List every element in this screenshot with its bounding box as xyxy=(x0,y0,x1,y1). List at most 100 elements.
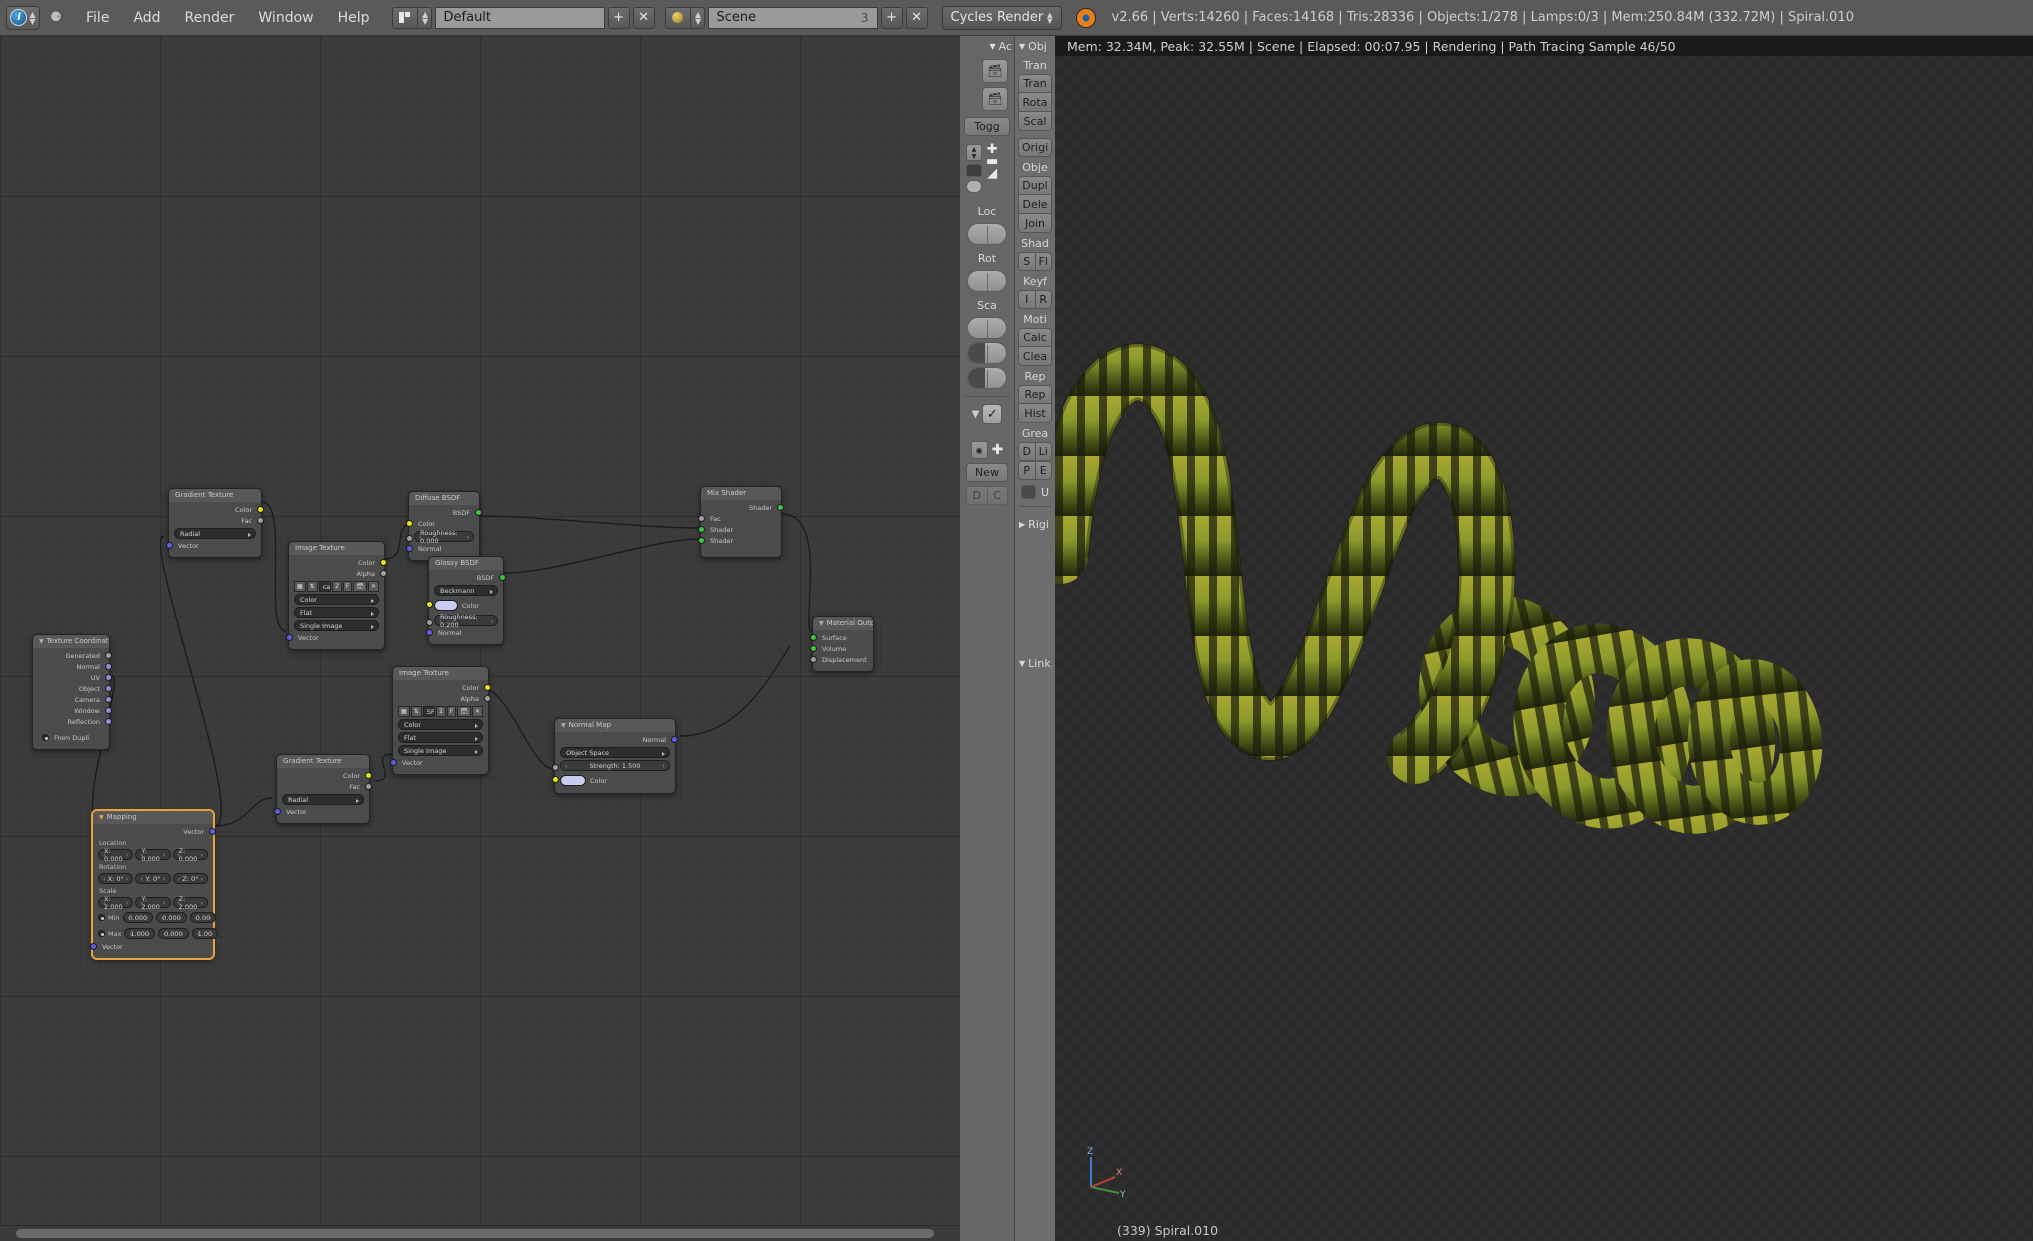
socket-normal[interactable] xyxy=(426,629,433,636)
c-button[interactable]: C xyxy=(987,486,1008,505)
node-output-row[interactable]: Fac xyxy=(282,782,372,792)
socket-vector[interactable] xyxy=(286,634,293,641)
min-z[interactable]: 0.00 xyxy=(189,912,217,923)
tool-shelf-object[interactable]: ▼ Obj Tran Tran Rota Scal Origi Obje Dup… xyxy=(1015,36,1055,1241)
node-header[interactable]: ▼ Normal Map xyxy=(555,719,675,732)
tool-icon-2[interactable]: 🗃 xyxy=(982,87,1008,111)
socket-shader-1[interactable] xyxy=(698,526,705,533)
min-checkbox-icon[interactable] xyxy=(98,914,105,921)
manipulator-rotate-icon[interactable] xyxy=(966,180,982,193)
gp-line-button[interactable]: Li xyxy=(1035,442,1052,461)
screen-layout-icon[interactable] xyxy=(391,6,418,29)
node-output-row[interactable]: Vector xyxy=(98,827,216,837)
shading-pair[interactable]: S Fl xyxy=(1018,252,1052,271)
scene-icon[interactable] xyxy=(664,6,691,29)
node-header[interactable]: Image Texture xyxy=(289,542,384,555)
node-header[interactable]: Gradient Texture xyxy=(277,755,369,768)
node-output-row[interactable]: Generated xyxy=(38,651,112,661)
node-header[interactable]: ▼ Texture Coordinate xyxy=(33,635,109,648)
gp-erase-button[interactable]: E xyxy=(1035,461,1052,480)
toggle-button[interactable]: Togg xyxy=(964,117,1010,136)
dc-button-pair[interactable]: D C xyxy=(966,486,1008,505)
d-button[interactable]: D xyxy=(966,486,988,505)
from-dupli-checkbox-row[interactable]: From Dupli xyxy=(38,733,104,743)
node-input-row[interactable]: Vector xyxy=(390,758,483,768)
rot-lock-toggle[interactable] xyxy=(967,270,1007,292)
location-vector[interactable]: X: 0.000 Y: 0.000 Z: 0.000 xyxy=(98,847,208,863)
image-datablock-row[interactable]: ▦ ⇅ SPEC.png 2 F 🗃 ✕ xyxy=(398,706,483,717)
node-output-row[interactable]: Shader xyxy=(706,503,784,513)
node-image-texture-1[interactable]: Image Texture Color Alpha ▦ ⇅ cartoon.jp… xyxy=(286,541,387,650)
gp-poly-button[interactable]: P xyxy=(1018,461,1036,480)
gp-toggle-icon[interactable] xyxy=(1021,485,1036,499)
enable-row[interactable]: ▼ ✓ xyxy=(960,404,1014,424)
image-browse-chevron-icon[interactable]: ⇅ xyxy=(410,706,422,717)
socket-vector[interactable] xyxy=(274,808,281,815)
socket-roughness[interactable] xyxy=(426,619,433,626)
material-browse-row[interactable]: ◉ ✚ xyxy=(960,441,1014,459)
scene-add-button[interactable]: + xyxy=(880,6,903,29)
image-unlink-icon[interactable]: ✕ xyxy=(471,706,483,717)
max-row[interactable]: Max 1.000 0.000 1.00 xyxy=(98,926,219,941)
tool-icon-1[interactable]: 🗃 xyxy=(982,59,1008,83)
node-output-row[interactable]: Normal xyxy=(560,735,678,745)
chevron-down-icon[interactable]: ▼ xyxy=(1019,42,1025,51)
manipulator-translate-icon[interactable] xyxy=(966,164,982,177)
screen-layout-chevron-icon[interactable]: ▲ ▼ xyxy=(417,6,432,29)
manipulator-axis-icons[interactable]: ✚ ▬ ◢ xyxy=(986,143,998,180)
object-panel-title[interactable]: ▼ Obj xyxy=(1015,36,1055,55)
remove-keyframe-button[interactable]: R xyxy=(1035,290,1052,309)
menu-render[interactable]: Render xyxy=(173,7,247,29)
viewport-3d[interactable]: Mem: 32.34M, Peak: 32.55M | Scene | Elap… xyxy=(1055,36,2033,1241)
max-z[interactable]: 1.00 xyxy=(191,928,219,939)
smooth-button[interactable]: S xyxy=(1018,252,1036,271)
screen-layout-add-button[interactable]: + xyxy=(607,6,630,29)
location-z[interactable]: Z: 0.000 xyxy=(172,847,208,863)
flat-button[interactable]: Fl xyxy=(1035,252,1052,271)
repeat-last-button[interactable]: Rep xyxy=(1018,385,1052,404)
node-input-row[interactable]: Surface xyxy=(810,633,868,643)
socket-reflection[interactable] xyxy=(105,718,112,725)
node-output-row[interactable]: BSDF xyxy=(434,573,506,583)
max-y[interactable]: 0.000 xyxy=(158,928,189,939)
node-mix-shader[interactable]: Mix Shader Shader Fac Shader Shader xyxy=(698,486,784,558)
chevron-down-icon[interactable]: ▼ xyxy=(989,42,995,51)
socket-color[interactable] xyxy=(257,506,264,513)
image-type-icon[interactable]: ▦ xyxy=(294,581,306,592)
node-header[interactable]: Glossy BSDF xyxy=(429,557,503,570)
node-input-row[interactable]: Vector xyxy=(90,942,208,952)
socket-shader-out[interactable] xyxy=(777,504,784,511)
color-swatch[interactable] xyxy=(434,600,458,611)
node-input-row[interactable]: Vector xyxy=(286,633,379,643)
link-panel-title[interactable]: ▼ Link xyxy=(1015,653,1055,672)
image-datablock-row[interactable]: ▦ ⇅ cartoon.jpg 2 F 🗃 ✕ xyxy=(294,581,379,592)
socket-fac[interactable] xyxy=(365,783,372,790)
min-x[interactable]: 0.000 xyxy=(122,912,154,923)
rigid-body-panel-title[interactable]: ▶ Rigi xyxy=(1015,514,1055,533)
node-output-row[interactable]: Camera xyxy=(38,695,112,705)
join-button[interactable]: Join xyxy=(1018,214,1052,233)
max-x[interactable]: 1.000 xyxy=(124,928,156,939)
node-input-row[interactable]: Shader xyxy=(698,536,776,546)
socket-surface[interactable] xyxy=(810,634,817,641)
color-space-dropdown[interactable]: Color xyxy=(398,719,483,730)
source-dropdown[interactable]: Single Image xyxy=(294,620,379,631)
node-output-row[interactable]: Object xyxy=(38,684,112,694)
node-output-row[interactable]: Color xyxy=(294,558,387,568)
node-input-row[interactable]: Normal xyxy=(406,544,474,554)
node-output-row[interactable]: Fac xyxy=(174,516,264,526)
insert-keyframe-button[interactable]: I xyxy=(1018,290,1036,309)
image-name-field[interactable]: SPEC.png xyxy=(422,706,436,717)
image-fake-user-button[interactable]: F xyxy=(342,581,353,592)
node-output-row[interactable]: Normal xyxy=(38,662,112,672)
image-name-field[interactable]: cartoon.jpg xyxy=(318,581,332,592)
chevron-down-icon[interactable]: ▼ xyxy=(972,409,980,420)
scale-button[interactable]: Scal xyxy=(1018,112,1052,131)
roughness-value[interactable]: Roughness: 0.200 xyxy=(434,613,498,629)
screen-layout-field[interactable]: Default xyxy=(434,6,605,29)
socket-generated[interactable] xyxy=(105,652,112,659)
socket-normal-out[interactable] xyxy=(671,736,678,743)
screen-layout-delete-button[interactable]: ✕ xyxy=(632,6,655,29)
origin-button[interactable]: Origi xyxy=(1018,138,1052,157)
translate-button[interactable]: Tran xyxy=(1018,74,1052,93)
